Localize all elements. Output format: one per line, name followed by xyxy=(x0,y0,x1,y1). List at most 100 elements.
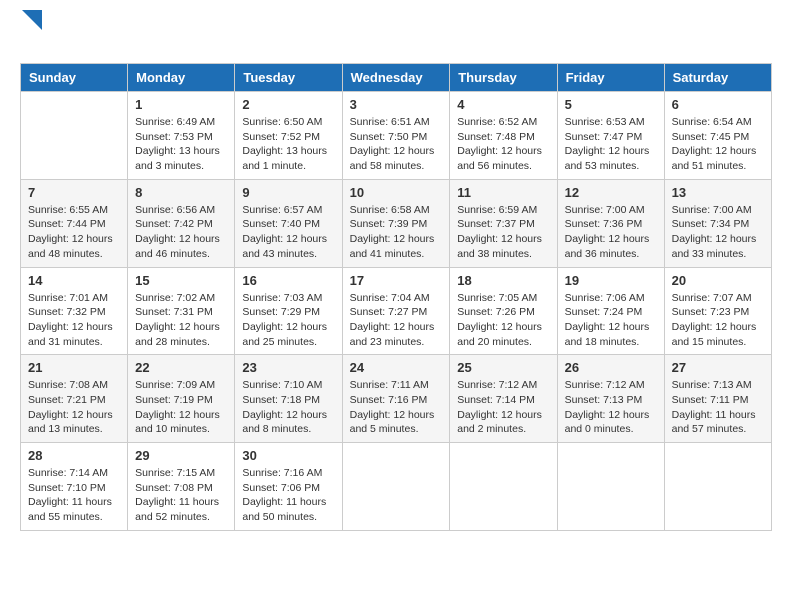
sunset-text: Sunset: 7:18 PM xyxy=(242,393,334,408)
calendar-cell: 19 Sunrise: 7:06 AMSunset: 7:24 PMDayligh… xyxy=(557,267,664,355)
calendar-cell xyxy=(21,92,128,180)
daylight-text: Daylight: 12 hours and 56 minutes. xyxy=(457,144,549,173)
sunrise-text: Sunrise: 7:00 AM xyxy=(565,203,657,218)
sunset-text: Sunset: 7:27 PM xyxy=(350,305,443,320)
sunset-text: Sunset: 7:44 PM xyxy=(28,217,120,232)
week-row-4: 21 Sunrise: 7:08 AMSunset: 7:21 PM Dayligh… xyxy=(21,355,772,443)
calendar-cell: 1Sunrise: 6:49 AMSunset: 7:53 PMDaylight… xyxy=(128,92,235,180)
sunset-text: Sunset: 7:39 PM xyxy=(350,217,443,232)
calendar-cell: 7Sunrise: 6:55 AMSunset: 7:44 PMDaylight… xyxy=(21,179,128,267)
day-number: 20 xyxy=(672,273,764,288)
daylight-text: Daylight: 12 hours and 53 minutes. xyxy=(565,144,657,173)
calendar-cell: 11Sunrise: 6:59 AMSunset: 7:37 PMDayligh… xyxy=(450,179,557,267)
column-header-saturday: Saturday xyxy=(664,64,771,92)
day-info: Sunrise: 7:12 AMSunset: 7:13 PMDaylight:… xyxy=(565,378,657,437)
sunrise-text: Sunrise: 7:12 AM xyxy=(457,378,549,393)
sunrise-text: Sunrise: 6:53 AM xyxy=(565,115,657,130)
daylight-text: Daylight: 12 hours and 48 minutes. xyxy=(28,232,120,261)
calendar-cell: 27 Sunrise: 7:13 AMSunset: 7:11 PMDayligh… xyxy=(664,355,771,443)
daylight-text: Daylight: 12 hours and 0 minutes. xyxy=(565,408,657,437)
sunset-text: Sunset: 7:26 PM xyxy=(457,305,549,320)
day-number: 19 xyxy=(565,273,657,288)
sunset-text: Sunset: 7:53 PM xyxy=(135,130,227,145)
daylight-text: Daylight: 12 hours and 5 minutes. xyxy=(350,408,443,437)
day-number: 29 xyxy=(135,448,227,463)
day-number: 2 xyxy=(242,97,334,112)
day-info: Sunrise: 7:13 AMSunset: 7:11 PMDaylight:… xyxy=(672,378,764,437)
sunrise-text: Sunrise: 7:05 AM xyxy=(457,291,549,306)
sunset-text: Sunset: 7:47 PM xyxy=(565,130,657,145)
day-number: 15 xyxy=(135,273,227,288)
sunset-text: Sunset: 7:50 PM xyxy=(350,130,443,145)
day-info: Sunrise: 6:54 AMSunset: 7:45 PMDaylight:… xyxy=(672,115,764,174)
sunset-text: Sunset: 7:36 PM xyxy=(565,217,657,232)
day-number: 27 xyxy=(672,360,764,375)
day-number: 6 xyxy=(672,97,764,112)
day-info: Sunrise: 7:05 AMSunset: 7:26 PMDaylight:… xyxy=(457,291,549,350)
day-number: 14 xyxy=(28,273,120,288)
day-number: 21 xyxy=(28,360,120,375)
daylight-text: Daylight: 13 hours and 3 minutes. xyxy=(135,144,227,173)
daylight-text: Daylight: 12 hours and 51 minutes. xyxy=(672,144,764,173)
day-info: Sunrise: 7:04 AMSunset: 7:27 PMDaylight:… xyxy=(350,291,443,350)
daylight-text: Daylight: 12 hours and 8 minutes. xyxy=(242,408,334,437)
sunrise-text: Sunrise: 7:08 AM xyxy=(28,378,120,393)
day-info: Sunrise: 7:09 AMSunset: 7:19 PMDaylight:… xyxy=(135,378,227,437)
day-number: 5 xyxy=(565,97,657,112)
daylight-text: Daylight: 11 hours and 55 minutes. xyxy=(28,495,120,524)
day-number: 13 xyxy=(672,185,764,200)
day-info: Sunrise: 7:15 AMSunset: 7:08 PMDaylight:… xyxy=(135,466,227,525)
day-number: 11 xyxy=(457,185,549,200)
day-info: Sunrise: 7:11 AMSunset: 7:16 PMDaylight:… xyxy=(350,378,443,437)
sunrise-text: Sunrise: 6:55 AM xyxy=(28,203,120,218)
day-info: Sunrise: 6:49 AMSunset: 7:53 PMDaylight:… xyxy=(135,115,227,174)
calendar-cell: 18 Sunrise: 7:05 AMSunset: 7:26 PMDayligh… xyxy=(450,267,557,355)
column-header-friday: Friday xyxy=(557,64,664,92)
calendar-cell: 3Sunrise: 6:51 AMSunset: 7:50 PMDaylight… xyxy=(342,92,450,180)
day-info: Sunrise: 6:57 AMSunset: 7:40 PMDaylight:… xyxy=(242,203,334,262)
sunset-text: Sunset: 7:48 PM xyxy=(457,130,549,145)
calendar-cell: 9Sunrise: 6:57 AMSunset: 7:40 PMDaylight… xyxy=(235,179,342,267)
sunset-text: Sunset: 7:08 PM xyxy=(135,481,227,496)
sunset-text: Sunset: 7:14 PM xyxy=(457,393,549,408)
day-info: Sunrise: 6:56 AMSunset: 7:42 PMDaylight:… xyxy=(135,203,227,262)
day-number: 25 xyxy=(457,360,549,375)
column-header-monday: Monday xyxy=(128,64,235,92)
column-header-thursday: Thursday xyxy=(450,64,557,92)
day-info: Sunrise: 7:00 AMSunset: 7:36 PMDaylight:… xyxy=(565,203,657,262)
logo xyxy=(20,20,42,53)
week-row-1: 1Sunrise: 6:49 AMSunset: 7:53 PMDaylight… xyxy=(21,92,772,180)
calendar-cell: 14Sunrise: 7:01 AMSunset: 7:32 PMDayligh… xyxy=(21,267,128,355)
column-header-wednesday: Wednesday xyxy=(342,64,450,92)
calendar-cell xyxy=(450,443,557,531)
sunset-text: Sunset: 7:10 PM xyxy=(28,481,120,496)
sunrise-text: Sunrise: 7:13 AM xyxy=(672,378,764,393)
daylight-text: Daylight: 13 hours and 1 minute. xyxy=(242,144,334,173)
sunset-text: Sunset: 7:34 PM xyxy=(672,217,764,232)
day-number: 18 xyxy=(457,273,549,288)
sunrise-text: Sunrise: 6:54 AM xyxy=(672,115,764,130)
day-number: 16 xyxy=(242,273,334,288)
daylight-text: Daylight: 11 hours and 57 minutes. xyxy=(672,408,764,437)
calendar-cell: 5 Sunrise: 6:53 AMSunset: 7:47 PMDaylight… xyxy=(557,92,664,180)
daylight-text: Daylight: 12 hours and 18 minutes. xyxy=(565,320,657,349)
sunset-text: Sunset: 7:11 PM xyxy=(672,393,764,408)
sunset-text: Sunset: 7:21 PM xyxy=(28,393,120,408)
day-number: 22 xyxy=(135,360,227,375)
day-number: 23 xyxy=(242,360,334,375)
calendar-table: SundayMondayTuesdayWednesdayThursdayFrid… xyxy=(20,63,772,531)
sunset-text: Sunset: 7:52 PM xyxy=(242,130,334,145)
calendar-cell: 16Sunrise: 7:03 AMSunset: 7:29 PMDayligh… xyxy=(235,267,342,355)
sunset-text: Sunset: 7:19 PM xyxy=(135,393,227,408)
day-info: Sunrise: 7:06 AMSunset: 7:24 PMDaylight:… xyxy=(565,291,657,350)
sunset-text: Sunset: 7:23 PM xyxy=(672,305,764,320)
sunrise-text: Sunrise: 7:16 AM xyxy=(242,466,334,481)
day-number: 8 xyxy=(135,185,227,200)
sunrise-text: Sunrise: 6:58 AM xyxy=(350,203,443,218)
sunrise-text: Sunrise: 7:09 AM xyxy=(135,378,227,393)
daylight-text: Daylight: 12 hours and 10 minutes. xyxy=(135,408,227,437)
sunset-text: Sunset: 7:13 PM xyxy=(565,393,657,408)
daylight-text: Daylight: 12 hours and 20 minutes. xyxy=(457,320,549,349)
daylight-text: Daylight: 12 hours and 46 minutes. xyxy=(135,232,227,261)
daylight-text: Daylight: 12 hours and 38 minutes. xyxy=(457,232,549,261)
